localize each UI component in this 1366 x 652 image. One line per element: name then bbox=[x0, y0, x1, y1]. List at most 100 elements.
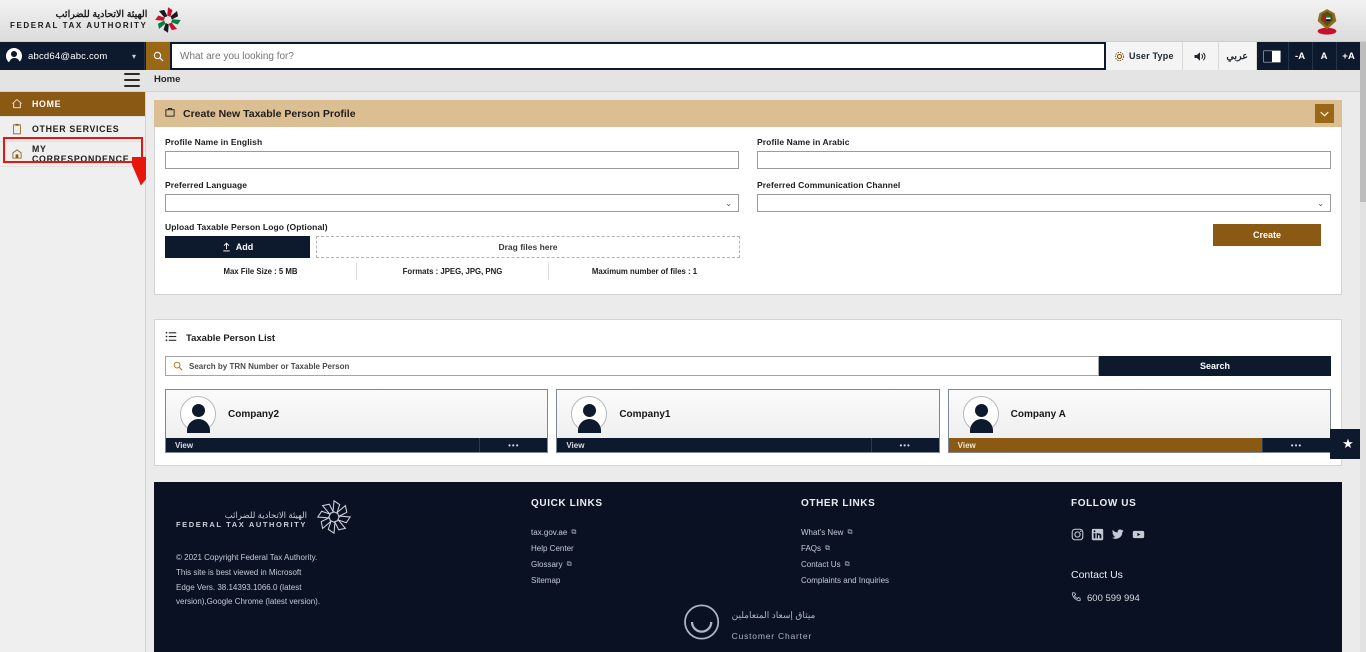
preferred-channel-select[interactable]: ⌄ bbox=[757, 193, 1331, 212]
person-card[interactable]: Company1 View ••• bbox=[556, 389, 940, 453]
search-input[interactable] bbox=[172, 44, 1104, 68]
drop-zone-label: Drag files here bbox=[498, 241, 558, 252]
decrease-font-label: -A bbox=[1294, 50, 1306, 62]
footer-link[interactable]: Complaints and Inquiries bbox=[801, 576, 1071, 585]
person-card-body: Company1 bbox=[557, 390, 939, 438]
fta-logo-text: الهيئة الاتحادية للضرائب FEDERAL TAX AUT… bbox=[10, 8, 148, 30]
contrast-icon bbox=[1263, 50, 1281, 62]
gear-icon bbox=[1114, 51, 1125, 61]
more-options-button[interactable]: ••• bbox=[479, 438, 548, 452]
decrease-font-button[interactable]: -A bbox=[1288, 42, 1313, 70]
search-submit-button[interactable] bbox=[146, 42, 170, 70]
page-scrollbar-thumb[interactable] bbox=[1360, 42, 1366, 202]
file-drop-zone[interactable]: Drag files here bbox=[316, 235, 740, 258]
hamburger-icon[interactable] bbox=[124, 73, 140, 87]
person-card-body: Company A bbox=[948, 390, 1330, 438]
user-type-label: User Type bbox=[1129, 51, 1174, 61]
footer-column-title: FOLLOW US bbox=[1071, 498, 1137, 509]
view-button[interactable]: View bbox=[166, 438, 480, 452]
footer-link-label: FAQs bbox=[801, 544, 822, 553]
view-button[interactable]: View bbox=[557, 438, 871, 452]
person-name: Company1 bbox=[619, 408, 671, 420]
more-options-button[interactable]: ••• bbox=[870, 438, 939, 452]
chevron-down-icon bbox=[1320, 111, 1329, 117]
briefcase-icon bbox=[164, 105, 176, 123]
phone-number: 600 599 994 bbox=[1087, 592, 1140, 604]
footer-link-label: Contact Us bbox=[801, 560, 841, 569]
copyright-line: version),Google Chrome (latest version). bbox=[176, 597, 321, 607]
contact-phone[interactable]: 600 599 994 bbox=[1071, 591, 1281, 605]
view-button[interactable]: View bbox=[948, 438, 1262, 452]
trn-search-input[interactable]: Search by TRN Number or Taxable Person bbox=[165, 356, 1099, 376]
list-search-row: Search by TRN Number or Taxable Person S… bbox=[165, 356, 1331, 376]
taxable-person-list-section: Taxable Person List Search by TRN Number… bbox=[154, 319, 1342, 466]
create-profile-panel: Create New Taxable Person Profile Profil… bbox=[154, 100, 1342, 295]
user-menu[interactable]: abcd64@abc.com ▾ bbox=[0, 42, 145, 70]
normal-font-button[interactable]: A bbox=[1312, 42, 1337, 70]
form-row-preferences: Preferred Language ⌄ Preferred Communica… bbox=[165, 180, 1331, 212]
list-search-button[interactable]: Search bbox=[1099, 356, 1331, 376]
preferred-language-select[interactable]: ⌄ bbox=[165, 193, 739, 212]
footer-follow-us: FOLLOW US Contact Us 600 599 994 bbox=[1071, 498, 1281, 610]
page-root: الهيئة الاتحادية للضرائب FEDERAL TAX AUT… bbox=[0, 0, 1366, 652]
increase-font-button[interactable]: +A bbox=[1336, 42, 1361, 70]
fta-logo-arabic: الهيئة الاتحادية للضرائب bbox=[55, 8, 148, 20]
external-link-icon: ⧉ bbox=[825, 544, 831, 552]
language-arabic-button[interactable]: عربي bbox=[1218, 42, 1257, 70]
top-nav-bar: abcd64@abc.com ▾ User Type bbox=[0, 42, 1366, 70]
footer-other-links: OTHER LINKS What's New ⧉ FAQs ⧉ Contact … bbox=[801, 498, 1071, 610]
upload-hint: Formats : JPEG, JPG, PNG bbox=[357, 262, 549, 280]
field-label: Preferred Language bbox=[165, 179, 248, 190]
footer-link[interactable]: What's New ⧉ bbox=[801, 528, 1071, 537]
profile-name-english-input[interactable] bbox=[165, 151, 739, 169]
add-file-label: Add bbox=[235, 241, 254, 252]
contrast-toggle-button[interactable] bbox=[1256, 42, 1289, 70]
footer-link[interactable]: Help Center bbox=[531, 544, 801, 553]
form-row-names: Profile Name in English Profile Name in … bbox=[165, 137, 1331, 170]
upload-hint: Max File Size : 5 MB bbox=[165, 262, 357, 280]
footer-link-label: Sitemap bbox=[531, 576, 561, 585]
avatar bbox=[6, 48, 22, 65]
footer-logo-english: FEDERAL TAX AUTHORITY bbox=[176, 520, 307, 530]
profile-name-arabic-input[interactable] bbox=[757, 151, 1331, 169]
social-links bbox=[1071, 528, 1281, 546]
instagram-icon[interactable] bbox=[1071, 528, 1084, 546]
footer-link[interactable]: Contact Us ⧉ bbox=[801, 560, 1071, 569]
person-card[interactable]: Company A View ••• bbox=[947, 389, 1331, 453]
user-type-button[interactable]: User Type bbox=[1106, 42, 1183, 70]
person-card-footer: View ••• bbox=[557, 438, 939, 452]
external-link-icon: ⧉ bbox=[847, 528, 853, 536]
person-card-footer: View ••• bbox=[948, 438, 1330, 452]
fta-logo[interactable]: الهيئة الاتحادية للضرائب FEDERAL TAX AUT… bbox=[10, 5, 183, 35]
footer-link-label: Glossary bbox=[531, 560, 563, 569]
more-options-button[interactable]: ••• bbox=[1261, 438, 1330, 452]
sidebar-item-home[interactable]: HOME bbox=[0, 92, 145, 117]
panel-title: Create New Taxable Person Profile bbox=[183, 107, 356, 120]
person-card[interactable]: Company2 View ••• bbox=[165, 389, 549, 453]
home-icon bbox=[11, 98, 23, 110]
user-email: abcd64@abc.com bbox=[28, 50, 108, 62]
linkedin-icon[interactable] bbox=[1091, 528, 1104, 546]
collapse-panel-button[interactable] bbox=[1315, 104, 1334, 123]
add-file-button[interactable]: Add bbox=[165, 235, 310, 258]
create-button[interactable]: Create bbox=[1213, 223, 1321, 246]
field-label: Profile Name in Arabic bbox=[757, 137, 850, 147]
footer-link[interactable]: Sitemap bbox=[531, 576, 801, 585]
field-label: Preferred Communication Channel bbox=[757, 179, 901, 190]
footer-logo-arabic: الهيئة الاتحادية للضرائب bbox=[224, 509, 307, 520]
copyright-line: © 2021 Copyright Federal Tax Authority. bbox=[176, 553, 318, 562]
twitter-icon[interactable] bbox=[1111, 528, 1125, 546]
footer-link[interactable]: tax.gov.ae ⧉ bbox=[531, 528, 801, 537]
footer-link[interactable]: FAQs ⧉ bbox=[801, 544, 1071, 553]
footer-column-title: QUICK LINKS bbox=[531, 498, 603, 509]
phone-icon bbox=[1071, 591, 1082, 605]
youtube-icon[interactable] bbox=[1132, 528, 1145, 546]
upload-hints: Max File Size : 5 MB Formats : JPEG, JPG… bbox=[165, 262, 740, 280]
footer-link[interactable]: Glossary ⧉ bbox=[531, 560, 801, 569]
breadcrumb[interactable]: Home bbox=[154, 74, 180, 85]
read-aloud-button[interactable] bbox=[1182, 42, 1219, 70]
panel-header: Create New Taxable Person Profile bbox=[154, 100, 1342, 127]
normal-font-label: A bbox=[1320, 50, 1328, 62]
person-name: Company A bbox=[1010, 408, 1066, 420]
charter-arabic: ميثاق إسعاد المتعاملين bbox=[731, 609, 816, 620]
